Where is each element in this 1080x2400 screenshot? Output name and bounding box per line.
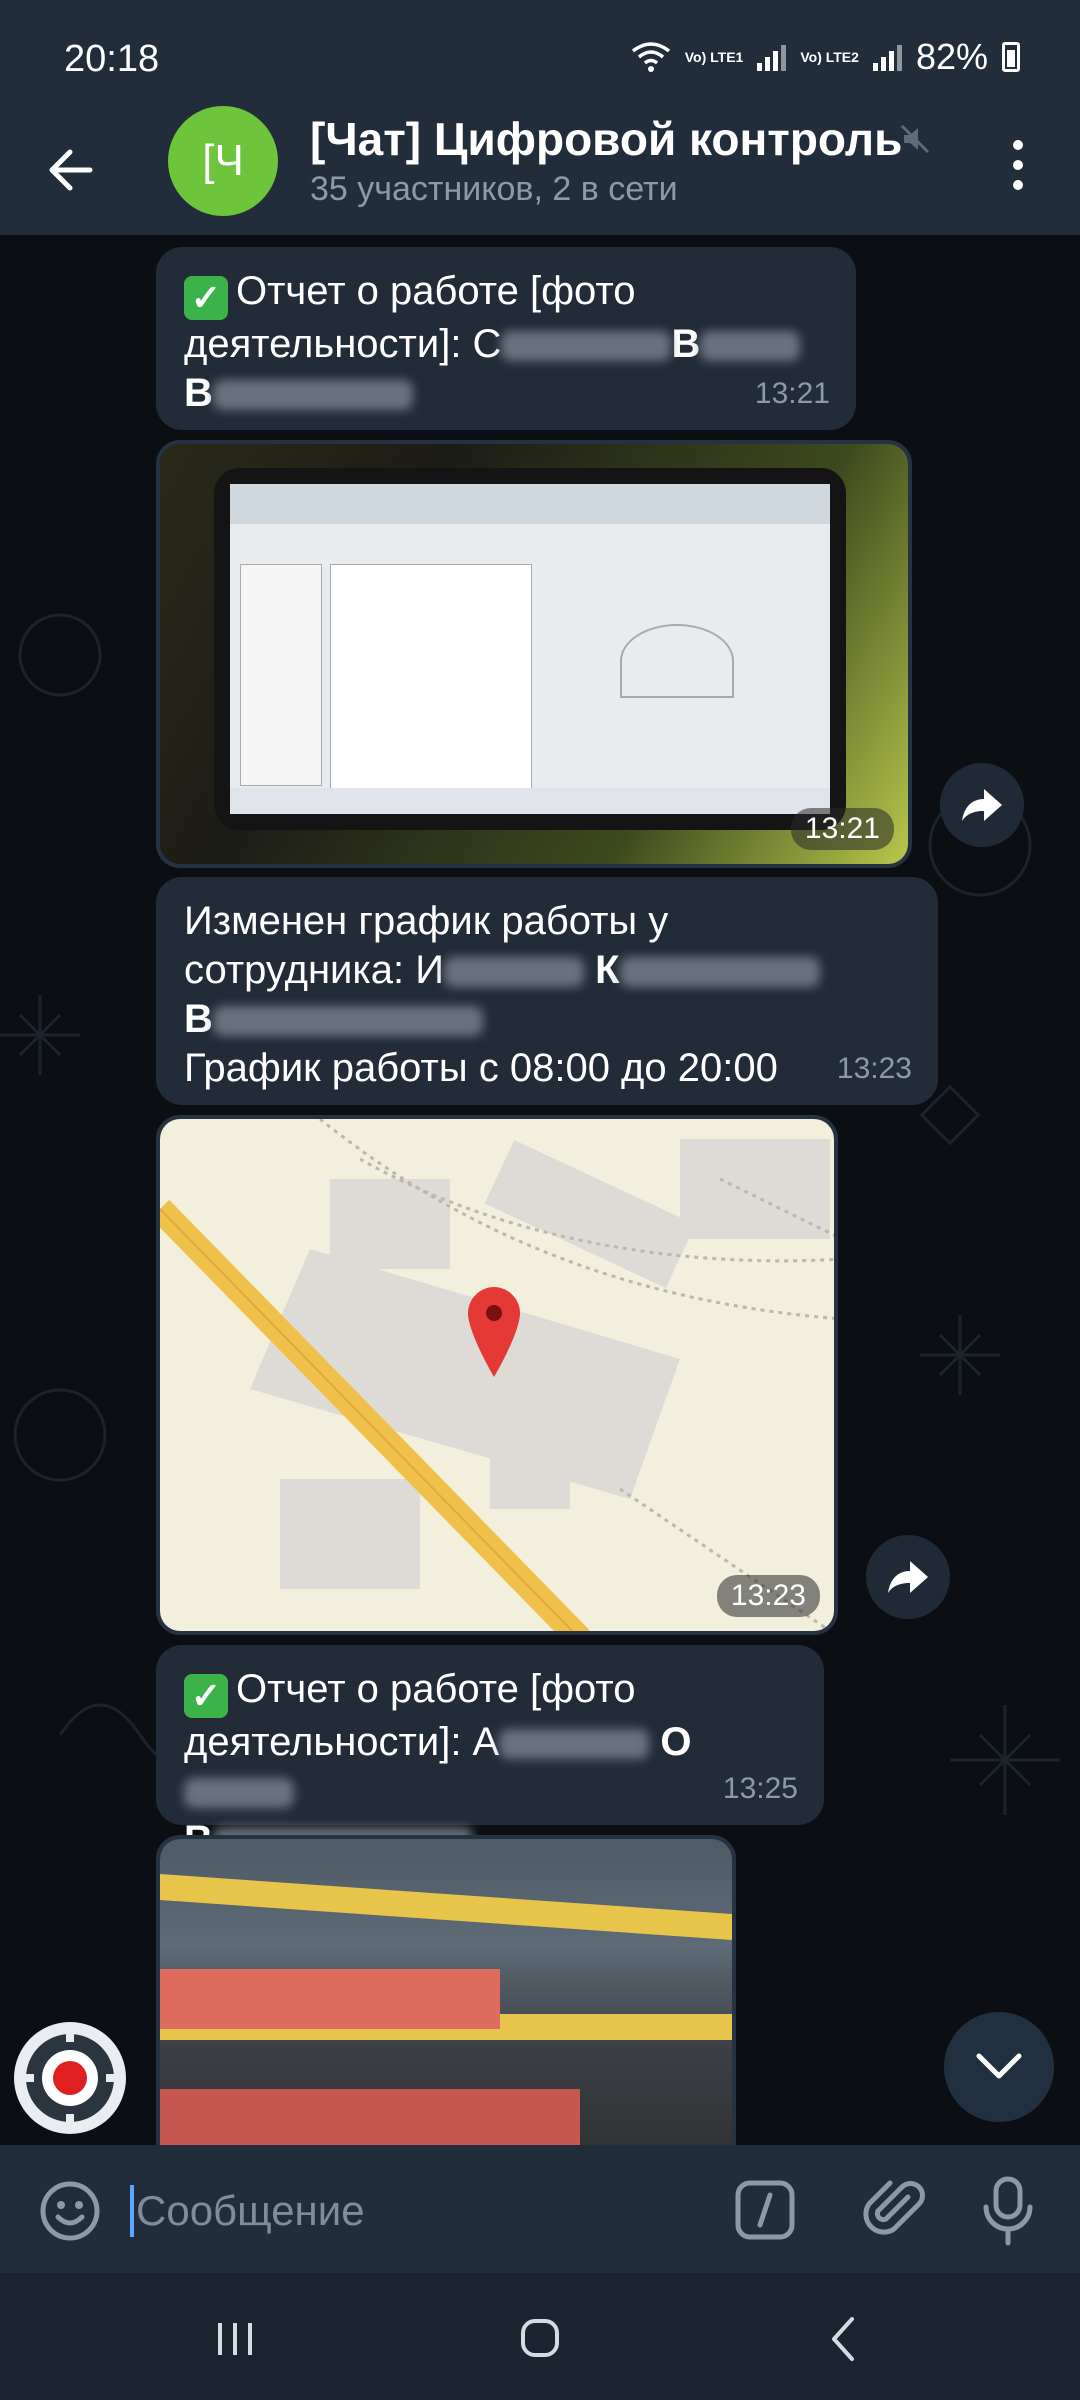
message-line: деятельности]: С [184,322,502,366]
photo-detail [160,1969,500,2029]
map-pin-icon [468,1287,520,1377]
photo-detail [330,564,532,796]
redacted-text [443,957,584,988]
back-arrow-icon[interactable] [40,138,104,202]
photo-detail [160,2089,580,2145]
message-line: Отчет о работе [фото [236,269,636,313]
photo-laptop-screen [230,484,830,814]
back-nav-icon[interactable] [810,2309,880,2369]
app-overlay-button[interactable] [14,2022,126,2134]
message-text: Изменен график работы у сотрудника: И К … [184,897,910,1093]
forward-icon [962,789,1002,821]
mute-icon [900,124,930,154]
chevron-down-icon [976,2053,1022,2079]
kebab-menu-icon[interactable] [1000,135,1036,195]
system-navigation-bar [0,2273,1080,2400]
message-time: 13:25 [722,1772,798,1805]
message-time: 13:21 [790,808,894,850]
redacted-text [700,331,801,362]
message-bubble[interactable]: ✓ Отчет о работе [фото деятельности]: СВ … [156,247,856,430]
message-line: Отчет о работе [фото [236,1667,636,1711]
photo-detail [230,484,830,524]
slash-command-icon[interactable] [734,2179,796,2241]
message-line: График работы с 08:00 до 20:00 [184,1046,778,1090]
signal-bars-icon [757,43,787,71]
name-initial: В [184,371,213,415]
redacted-text [212,380,413,411]
chat-title[interactable]: [Чат] Цифровой контроль [310,112,902,166]
signal-bars-icon [872,43,902,71]
check-mark-icon: ✓ [184,1674,228,1718]
battery-icon [1002,42,1020,72]
message-time: 13:23 [716,1575,820,1617]
photo-message[interactable] [156,1835,736,2145]
scroll-down-button[interactable] [944,2012,1054,2122]
target-logo-icon [18,2026,122,2130]
redacted-text [184,1778,294,1809]
redacted-text [501,331,672,362]
sim1-label: Vo) LTE1 [684,49,744,65]
redacted-text [212,1006,483,1037]
paperclip-icon[interactable] [862,2175,928,2241]
forward-button[interactable] [940,763,1024,847]
name-initial: В [184,997,213,1041]
redacted-text [499,1729,650,1760]
message-text: ✓ Отчет о работе [фото деятельности]: СВ … [184,267,828,418]
message-line: сотрудника: И [184,948,444,992]
status-bar: 20:18 Vo) LTE1 Vo) LTE2 82% [0,0,1080,120]
sim2-label: Vo) LTE2 [800,49,859,65]
chat-header: [Ч [Чат] Цифровой контроль 35 участников… [0,106,1080,235]
home-icon[interactable] [505,2309,575,2369]
message-line: деятельности]: А [184,1720,500,1764]
message-composer [0,2145,1080,2273]
message-line: Изменен график работы у [184,899,669,943]
wifi-icon [631,42,670,72]
chat-area[interactable]: ✓ Отчет о работе [фото деятельности]: СВ … [0,235,1080,2145]
chat-subtitle: 35 участников, 2 в сети [310,170,678,208]
name-initial: К [595,948,620,992]
message-time: 13:21 [754,377,830,410]
emoji-icon[interactable] [38,2179,102,2243]
photo-message[interactable]: 13:21 [156,440,912,868]
microphone-icon[interactable] [980,2175,1036,2247]
recent-apps-icon[interactable] [200,2309,270,2369]
location-message[interactable]: 13:23 [156,1115,838,1635]
avatar[interactable]: [Ч [168,106,278,216]
message-input[interactable] [134,2175,698,2247]
battery-percent: 82% [915,36,988,77]
name-initial: О [660,1720,692,1764]
photo-detail [240,564,322,786]
forward-icon [888,1561,928,1593]
photo-detail [620,624,734,698]
map-drawing [160,1119,834,1631]
map-view [160,1119,834,1631]
message-bubble[interactable]: Изменен график работы у сотрудника: И К … [156,877,938,1105]
message-time: 13:23 [836,1052,912,1085]
forward-button[interactable] [866,1535,950,1619]
name-initial: В [671,322,701,366]
message-bubble[interactable]: ✓ Отчет о работе [фото деятельности]: А О… [156,1645,824,1862]
redacted-text [619,957,820,988]
check-mark-icon: ✓ [184,276,228,320]
photo-detail [230,788,830,814]
status-time: 20:18 [64,38,160,80]
status-icons: Vo) LTE1 Vo) LTE2 82% [631,36,1020,78]
